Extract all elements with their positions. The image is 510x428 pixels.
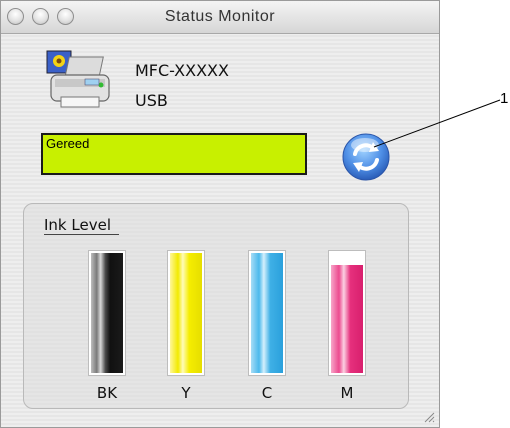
ink-level-group: Ink Level BK Y C M — [23, 203, 409, 409]
connection-type: USB — [135, 91, 168, 110]
ink-fill-y — [170, 253, 202, 373]
status-monitor-window: Status Monitor MFC-XXXXX USB Gereed Ink … — [0, 0, 440, 428]
ink-fill-bk — [91, 253, 123, 373]
window-title: Status Monitor — [164, 8, 276, 25]
ink-label-c: C — [261, 384, 273, 402]
device-model-name: MFC-XXXXX — [135, 61, 229, 80]
printer-icon — [46, 50, 110, 108]
ink-fill-c — [251, 253, 283, 373]
ink-gauge-y — [167, 250, 205, 376]
ink-gauge-m — [328, 250, 366, 376]
resize-grip-icon[interactable] — [423, 411, 435, 423]
status-display: Gereed — [41, 133, 307, 175]
ink-gauge-bk — [88, 250, 126, 376]
ink-gauge-c — [248, 250, 286, 376]
ink-level-title: Ink Level — [44, 216, 119, 235]
ink-fill-m — [331, 265, 363, 373]
refresh-button[interactable] — [341, 132, 391, 182]
callout-number: 1 — [500, 90, 509, 107]
refresh-icon — [342, 133, 390, 181]
ink-label-y: Y — [181, 384, 191, 402]
ink-label-m: M — [340, 384, 354, 402]
ink-label-bk: BK — [96, 384, 118, 402]
title-bar[interactable]: Status Monitor — [1, 1, 439, 34]
